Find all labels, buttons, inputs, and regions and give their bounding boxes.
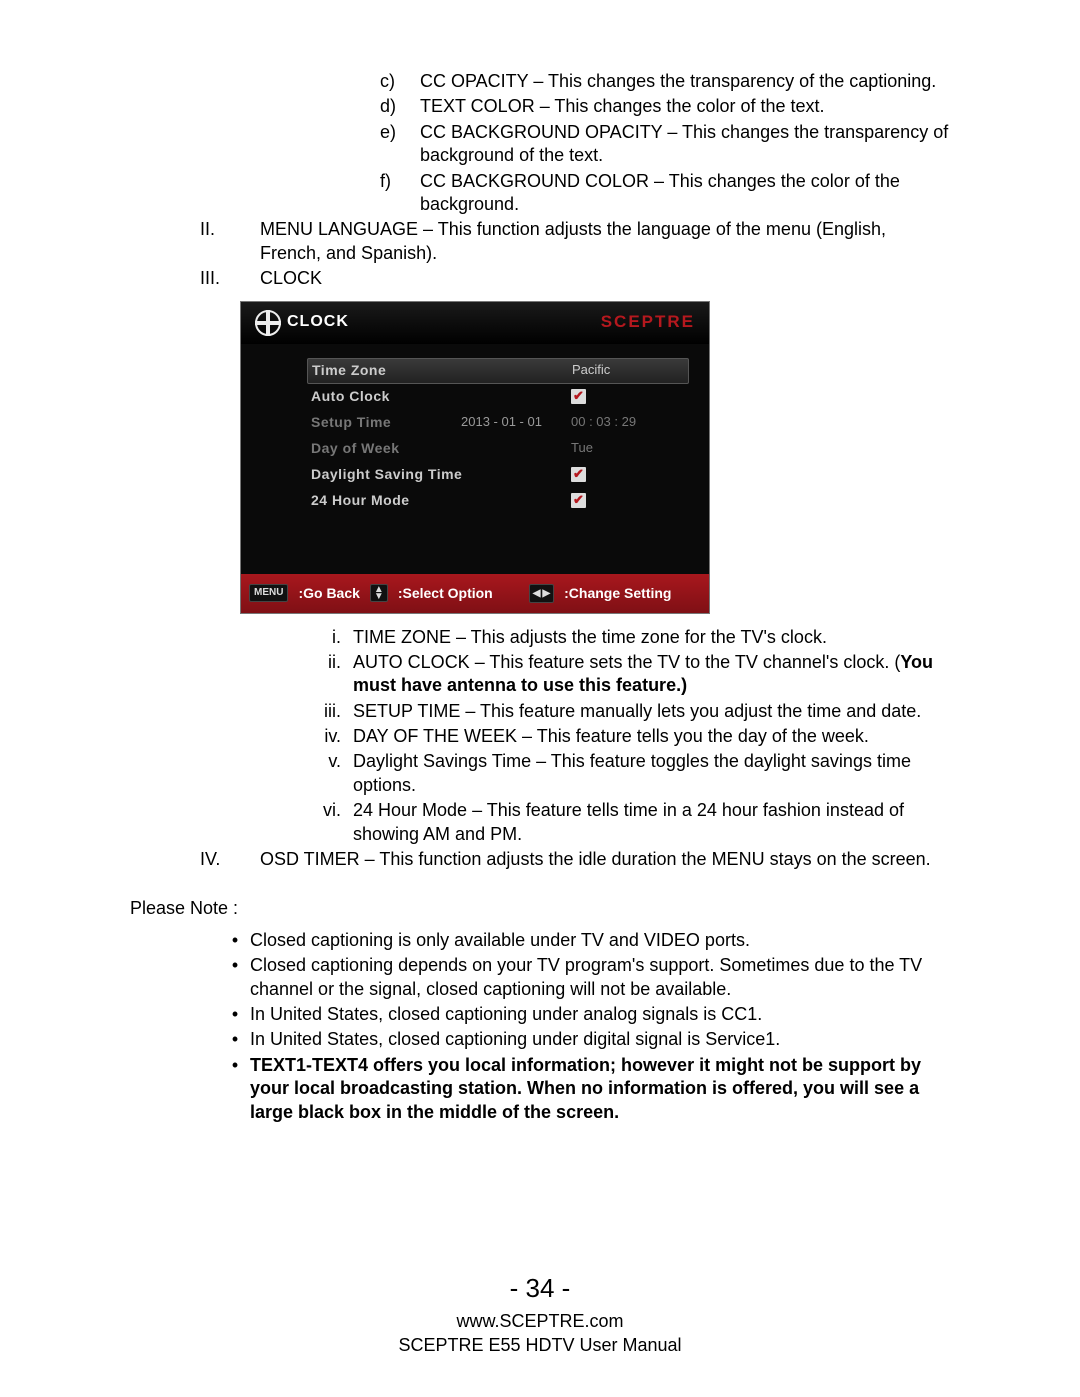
osd-mid: 2013 - 01 - 01 [461, 414, 571, 431]
page-footer: - 34 - www.SCEPTRE.com SCEPTRE E55 HDTV … [0, 1272, 1080, 1357]
list-marker: d) [380, 95, 420, 118]
osd-label: Daylight Saving Time [311, 465, 571, 483]
checkbox-checked-icon: ✔ [571, 493, 586, 508]
sub-option-list: c) CC OPACITY – This changes the transpa… [380, 70, 950, 216]
list-text: In United States, closed captioning unde… [250, 1028, 950, 1051]
list-text: OSD TIMER – This function adjusts the id… [260, 848, 950, 871]
list-item: IV. OSD TIMER – This function adjusts th… [200, 848, 950, 871]
list-marker: c) [380, 70, 420, 93]
list-marker: f) [380, 170, 420, 217]
list-item: • Closed captioning depends on your TV p… [220, 954, 950, 1001]
leftright-keys-icon: ◀▶ [529, 584, 554, 603]
osd-label: Time Zone [312, 361, 462, 379]
list-text: Closed captioning is only available unde… [250, 929, 950, 952]
list-text: In United States, closed captioning unde… [250, 1003, 950, 1026]
gear-icon [255, 310, 281, 336]
osd-value: 00 : 03 : 29 [571, 414, 636, 431]
list-item: f) CC BACKGROUND COLOR – This changes th… [380, 170, 950, 217]
list-text: Daylight Savings Time – This feature tog… [353, 750, 950, 797]
roman-list-iv: IV. OSD TIMER – This function adjusts th… [200, 848, 950, 871]
osd-row-timezone[interactable]: Time Zone Pacific [307, 358, 689, 384]
list-item: iv. DAY OF THE WEEK – This feature tells… [305, 725, 950, 748]
list-text: AUTO CLOCK – This feature sets the TV to… [353, 651, 950, 698]
list-item: c) CC OPACITY – This changes the transpa… [380, 70, 950, 93]
updown-keys-icon: ▲▼ [370, 584, 388, 602]
osd-title: CLOCK [287, 312, 349, 333]
list-marker: ii. [305, 651, 353, 698]
list-item: • Closed captioning is only available un… [220, 929, 950, 952]
bullet-icon: • [220, 954, 250, 1001]
osd-body: Time Zone Pacific Auto Clock ✔ Setup Tim… [241, 344, 709, 574]
list-item: ii. AUTO CLOCK – This feature sets the T… [305, 651, 950, 698]
bullet-icon: • [220, 1054, 250, 1124]
footer-url: www.SCEPTRE.com [0, 1310, 1080, 1333]
checkbox-checked-icon: ✔ [571, 467, 586, 482]
list-item: e) CC BACKGROUND OPACITY – This changes … [380, 121, 950, 168]
osd-row-setuptime[interactable]: Setup Time 2013 - 01 - 01 00 : 03 : 29 [311, 410, 689, 436]
list-item: d) TEXT COLOR – This changes the color o… [380, 95, 950, 118]
roman-list: II. MENU LANGUAGE – This function adjust… [200, 218, 950, 290]
list-item: i. TIME ZONE – This adjusts the time zon… [305, 626, 950, 649]
osd-label: Day of Week [311, 439, 461, 457]
osd-footer-change: :Change Setting [564, 584, 671, 602]
list-item: • In United States, closed captioning un… [220, 1003, 950, 1026]
list-marker: II. [200, 218, 260, 265]
osd-value: Pacific [572, 362, 610, 379]
list-item: II. MENU LANGUAGE – This function adjust… [200, 218, 950, 265]
osd-row-24hour[interactable]: 24 Hour Mode ✔ [311, 488, 689, 514]
bullet-icon: • [220, 1028, 250, 1051]
please-note-heading: Please Note : [130, 897, 950, 920]
bullet-icon: • [220, 1003, 250, 1026]
osd-footer-select: :Select Option [398, 584, 493, 602]
list-item: iii. SETUP TIME – This feature manually … [305, 700, 950, 723]
list-text: CC BACKGROUND OPACITY – This changes the… [420, 121, 950, 168]
list-marker: III. [200, 267, 260, 290]
list-text: TIME ZONE – This adjusts the time zone f… [353, 626, 950, 649]
menu-key-icon: MENU [249, 584, 288, 602]
bullet-icon: • [220, 929, 250, 952]
notes-bullet-list: • Closed captioning is only available un… [220, 929, 950, 1124]
list-item: • TEXT1-TEXT4 offers you local informati… [220, 1054, 950, 1124]
list-text: CC BACKGROUND COLOR – This changes the c… [420, 170, 950, 217]
list-item: v. Daylight Savings Time – This feature … [305, 750, 950, 797]
osd-header: CLOCK SCEPTRE [241, 302, 709, 344]
list-text: 24 Hour Mode – This feature tells time i… [353, 799, 950, 846]
osd-footer: MENU :Go Back ▲▼ :Select Option ◀▶ :Chan… [241, 574, 709, 613]
list-text: TEXT1-TEXT4 offers you local information… [250, 1054, 950, 1124]
osd-row-autoclock[interactable]: Auto Clock ✔ [311, 384, 689, 410]
list-marker: iv. [305, 725, 353, 748]
clock-sublist: i. TIME ZONE – This adjusts the time zon… [305, 626, 950, 847]
list-text: CC OPACITY – This changes the transparen… [420, 70, 936, 93]
page-content: c) CC OPACITY – This changes the transpa… [130, 70, 950, 1124]
osd-label: 24 Hour Mode [311, 491, 571, 509]
list-text: TEXT COLOR – This changes the color of t… [420, 95, 825, 118]
list-marker: i. [305, 626, 353, 649]
osd-row-dayofweek[interactable]: Day of Week Tue [311, 436, 689, 462]
page-number: - 34 - [0, 1272, 1080, 1306]
list-text: SETUP TIME – This feature manually lets … [353, 700, 950, 723]
osd-label: Auto Clock [311, 387, 461, 405]
list-marker: e) [380, 121, 420, 168]
list-item: • In United States, closed captioning un… [220, 1028, 950, 1051]
osd-brand: SCEPTRE [601, 311, 695, 333]
footer-manual: SCEPTRE E55 HDTV User Manual [0, 1334, 1080, 1357]
list-item: III. CLOCK [200, 267, 950, 290]
list-text: DAY OF THE WEEK – This feature tells you… [353, 725, 950, 748]
checkbox-checked-icon: ✔ [571, 389, 586, 404]
list-marker: IV. [200, 848, 260, 871]
list-item: vi. 24 Hour Mode – This feature tells ti… [305, 799, 950, 846]
list-marker: v. [305, 750, 353, 797]
osd-label: Setup Time [311, 413, 461, 431]
osd-value: Tue [571, 440, 593, 457]
osd-footer-goback: :Go Back [298, 584, 359, 602]
list-marker: iii. [305, 700, 353, 723]
list-text: MENU LANGUAGE – This function adjusts th… [260, 218, 950, 265]
list-text: CLOCK [260, 267, 950, 290]
osd-row-dst[interactable]: Daylight Saving Time ✔ [311, 462, 689, 488]
list-text: Closed captioning depends on your TV pro… [250, 954, 950, 1001]
osd-clock-screenshot: CLOCK SCEPTRE Time Zone Pacific Auto Clo… [240, 301, 710, 614]
list-marker: vi. [305, 799, 353, 846]
